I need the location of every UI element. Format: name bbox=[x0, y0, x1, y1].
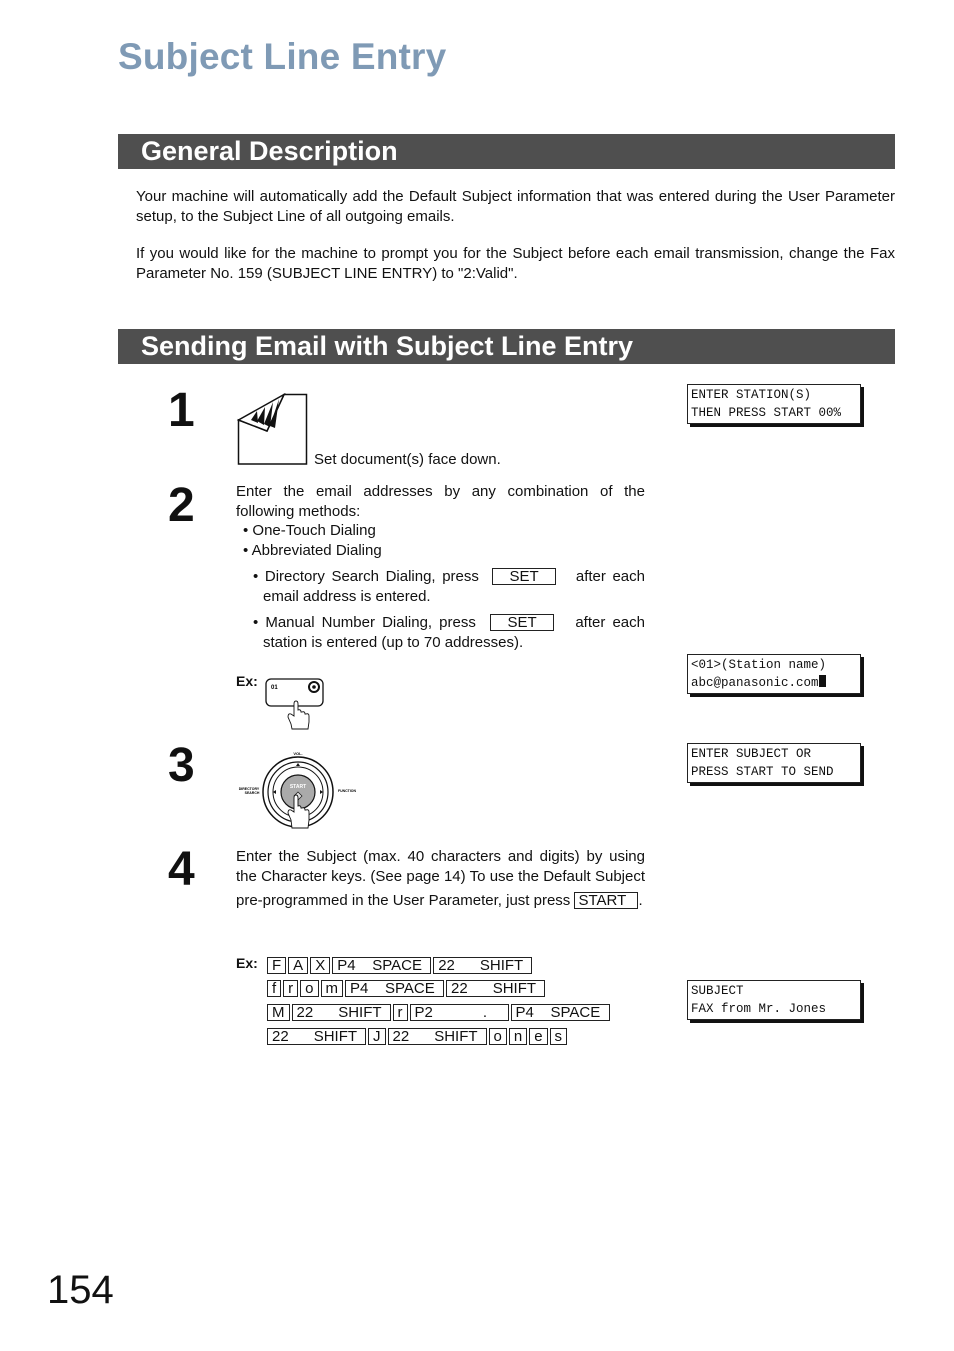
key-p2-period: P2 . bbox=[409, 1004, 509, 1021]
key-X: X bbox=[310, 957, 331, 974]
key-f: f bbox=[267, 980, 282, 997]
section-heading-general: General Description bbox=[118, 134, 895, 169]
document-face-down-icon bbox=[236, 392, 309, 472]
key-s: s bbox=[549, 1028, 568, 1045]
key-sequence-row-4: 22 SHIFT J 22 SHIFT o n e s bbox=[267, 1028, 569, 1045]
start-button-dial-icon: VOL. DIRECTORY SEARCH FUNCTION START bbox=[236, 748, 360, 837]
key-o: o bbox=[488, 1028, 507, 1045]
key-22-shift: 22 SHIFT bbox=[267, 1028, 366, 1045]
one-touch-key-icon: 01 bbox=[264, 676, 326, 737]
key-sequence-row-3: M 22 SHIFT r P2 . P4 SPACE bbox=[267, 1004, 612, 1021]
bullet-one-touch: • One-Touch Dialing bbox=[243, 522, 376, 539]
key-22-shift: 22 SHIFT bbox=[433, 957, 533, 974]
lcd-display-step-4: SUBJECT FAX from Mr. Jones bbox=[687, 980, 861, 1020]
cursor-block bbox=[818, 675, 826, 687]
key-m: m bbox=[320, 980, 344, 997]
key-e: e bbox=[529, 1028, 548, 1045]
lcd-line: <01>(Station name) bbox=[691, 658, 827, 672]
example-label: Ex: bbox=[236, 673, 258, 689]
lcd-display-step-1: ENTER STATION(S) THEN PRESS START 00% bbox=[687, 384, 861, 424]
bullet-abbreviated: • Abbreviated Dialing bbox=[243, 541, 382, 559]
step-number-2: 2 bbox=[168, 479, 195, 532]
lcd-display-step-2: <01>(Station name) abc@panasonic.com bbox=[687, 654, 861, 694]
svg-text:FUNCTION: FUNCTION bbox=[338, 789, 357, 793]
general-paragraph-2: If you would like for the machine to pro… bbox=[136, 245, 895, 282]
lcd-line: ENTER SUBJECT OR bbox=[691, 747, 812, 761]
set-key: SET bbox=[492, 568, 557, 585]
page-title: Subject Line Entry bbox=[118, 36, 447, 77]
key-p4-space: P4 SPACE bbox=[345, 980, 445, 997]
key-22-shift: 22 SHIFT bbox=[446, 980, 546, 997]
step-1-text: Set document(s) face down. bbox=[314, 451, 501, 468]
svg-text:START: START bbox=[290, 784, 306, 790]
key-F: F bbox=[267, 957, 287, 974]
general-paragraph-1: Your machine will automatically add the … bbox=[136, 188, 895, 225]
step-number-4: 4 bbox=[168, 843, 195, 896]
step-number-1: 1 bbox=[168, 384, 195, 437]
step-2-intro: Enter the email addresses by any combina… bbox=[236, 483, 645, 520]
page-number: 154 bbox=[47, 1268, 114, 1312]
key-sequence-row-1: F A X P4 SPACE 22 SHIFT bbox=[267, 957, 534, 974]
key-J: J bbox=[368, 1028, 386, 1045]
key-22-shift: 22 SHIFT bbox=[387, 1028, 487, 1045]
key-p4-space: P4 SPACE bbox=[510, 1004, 610, 1021]
lcd-display-step-3: ENTER SUBJECT OR PRESS START TO SEND bbox=[687, 743, 861, 783]
key-r: r bbox=[392, 1004, 408, 1021]
step-4-text: Enter the Subject (max. 40 characters an… bbox=[236, 848, 645, 909]
svg-text:VOL.: VOL. bbox=[293, 751, 302, 756]
key-22-shift: 22 SHIFT bbox=[291, 1004, 391, 1021]
start-key: START bbox=[574, 892, 639, 909]
key-n: n bbox=[508, 1028, 528, 1045]
key-p4-space: P4 SPACE bbox=[332, 957, 432, 974]
key-sequence-row-2: f r o m P4 SPACE 22 SHIFT bbox=[267, 980, 547, 997]
lcd-line: SUBJECT bbox=[691, 984, 744, 998]
key-M: M bbox=[267, 1004, 290, 1021]
key-o: o bbox=[300, 980, 319, 997]
svg-text:01: 01 bbox=[271, 685, 278, 691]
lcd-line: THEN PRESS START 00% bbox=[691, 406, 842, 420]
svg-text:SEARCH: SEARCH bbox=[245, 791, 260, 795]
lcd-line: PRESS START TO SEND bbox=[691, 765, 834, 779]
section-heading-sending: Sending Email with Subject Line Entry bbox=[118, 329, 895, 364]
step-2-text: Enter the email addresses by any combina… bbox=[236, 482, 645, 652]
key-A: A bbox=[288, 957, 309, 974]
step-number-3: 3 bbox=[168, 739, 195, 792]
set-key: SET bbox=[490, 614, 555, 631]
key-r: r bbox=[283, 980, 299, 997]
lcd-line: ENTER STATION(S) bbox=[691, 388, 812, 402]
lcd-line: FAX from Mr. Jones bbox=[691, 1002, 827, 1016]
lcd-line: abc@panasonic.com bbox=[691, 676, 819, 690]
bullet-directory-search: • Directory Search Dialing, press SET af… bbox=[253, 568, 645, 605]
example-label: Ex: bbox=[236, 955, 258, 971]
bullet-manual-number: • Manual Number Dialing, press SET after… bbox=[253, 614, 645, 651]
